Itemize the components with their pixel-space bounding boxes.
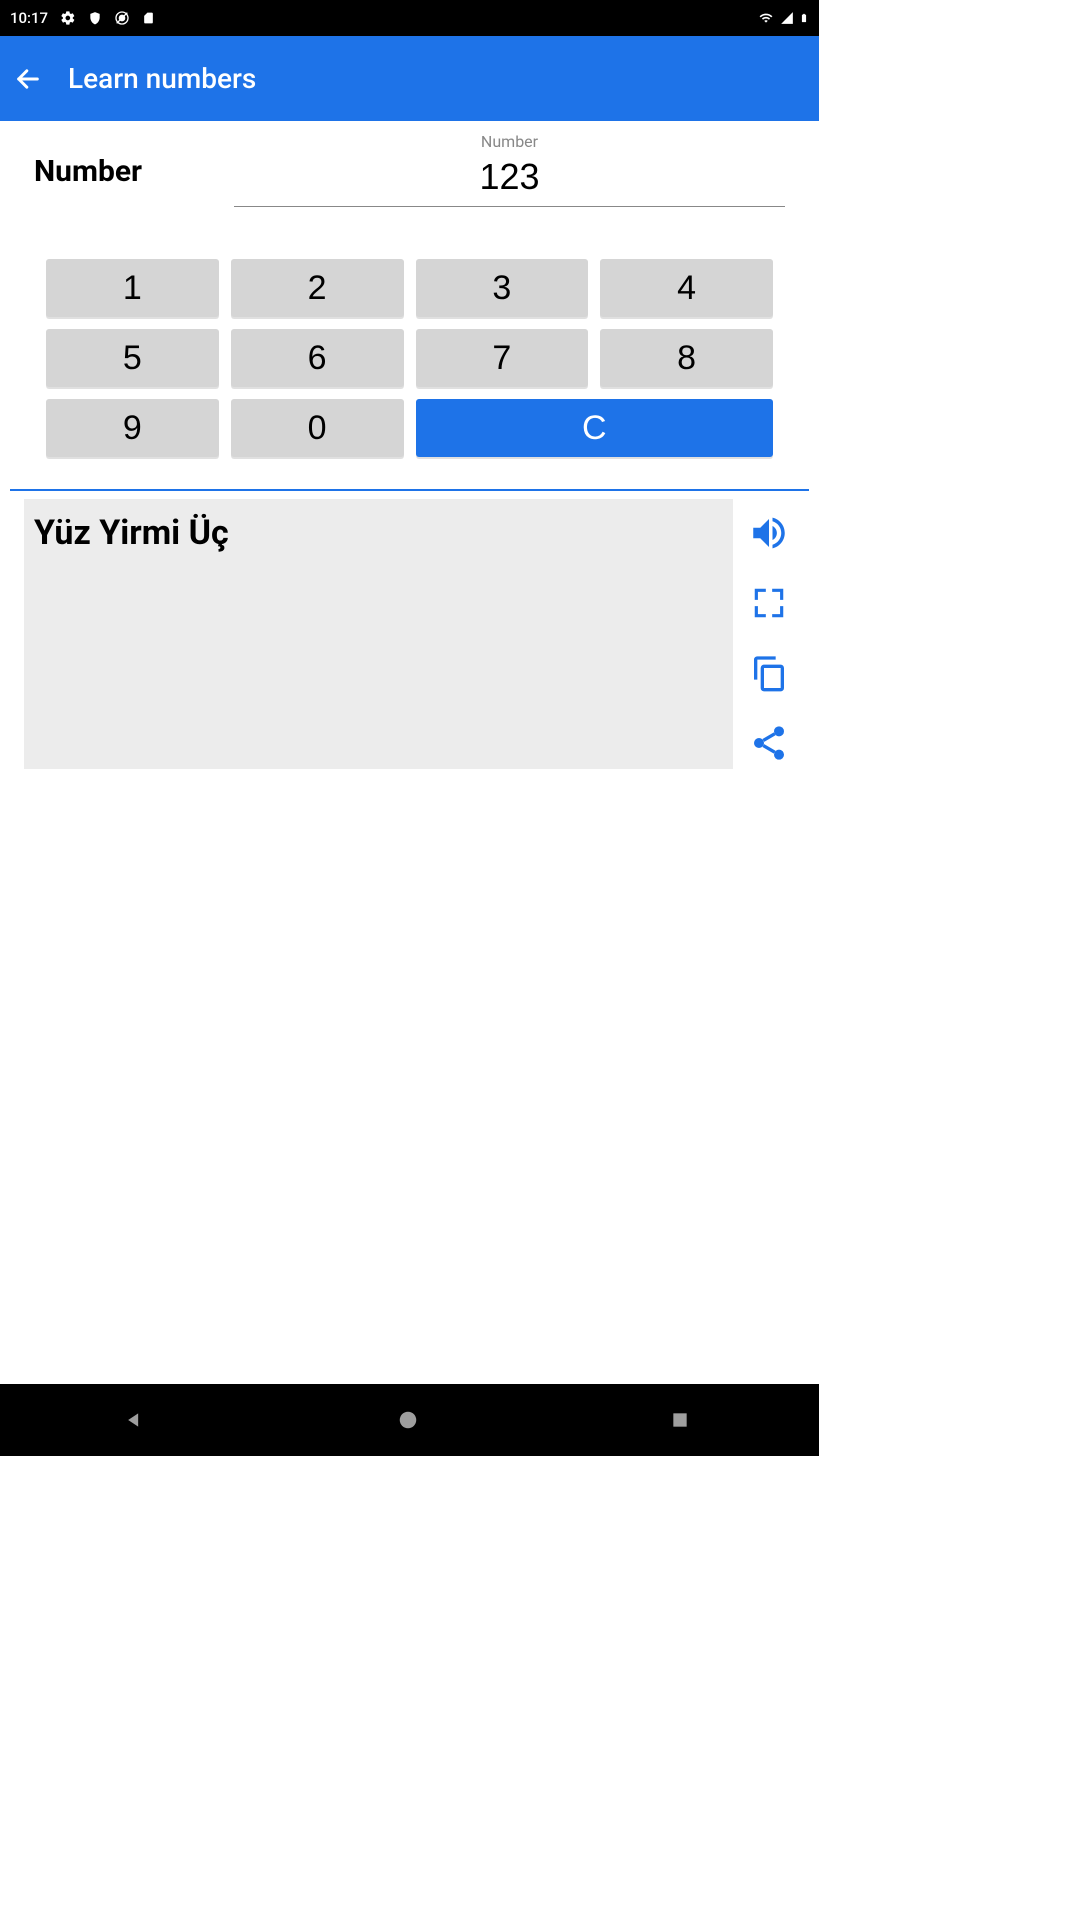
settings-icon — [60, 10, 76, 26]
fullscreen-button[interactable] — [747, 581, 791, 625]
key-1[interactable]: 1 — [46, 259, 219, 317]
wifi-icon — [757, 11, 775, 25]
copy-icon — [749, 653, 789, 693]
fullscreen-icon — [750, 584, 788, 622]
circle-home-icon — [397, 1409, 423, 1431]
status-bar: 10:17 — [0, 0, 819, 36]
status-time: 10:17 — [10, 9, 48, 27]
shield-icon — [88, 10, 102, 26]
nav-home-button[interactable] — [397, 1407, 423, 1433]
number-input[interactable] — [234, 152, 785, 207]
number-field-floating-label: Number — [234, 132, 785, 151]
no-location-icon — [114, 10, 130, 26]
result-text: Yüz Yirmi Üç — [34, 513, 723, 553]
status-left: 10:17 — [10, 9, 155, 27]
key-7[interactable]: 7 — [416, 329, 589, 387]
number-label: Number — [34, 154, 194, 189]
number-field-wrapper: Number — [234, 136, 785, 207]
square-recent-icon — [670, 1410, 696, 1430]
battery-icon — [799, 10, 809, 26]
app-bar: Learn numbers — [0, 36, 819, 121]
key-8[interactable]: 8 — [600, 329, 773, 387]
share-button[interactable] — [747, 721, 791, 765]
key-clear[interactable]: C — [416, 399, 774, 457]
speak-button[interactable] — [747, 511, 791, 555]
signal-icon — [779, 11, 795, 25]
action-column — [741, 499, 797, 769]
nav-recent-button[interactable] — [670, 1407, 696, 1433]
volume-icon — [748, 512, 790, 554]
divider — [10, 489, 809, 491]
key-6[interactable]: 6 — [231, 329, 404, 387]
sd-card-icon — [142, 10, 155, 26]
triangle-back-icon — [124, 1410, 150, 1430]
main-content: Number Number 1 2 3 4 5 6 7 8 9 0 C Yüz … — [0, 121, 819, 769]
key-2[interactable]: 2 — [231, 259, 404, 317]
navigation-bar — [0, 1384, 819, 1456]
back-arrow-icon[interactable] — [14, 65, 42, 93]
page-title: Learn numbers — [68, 62, 256, 95]
number-input-row: Number Number — [10, 121, 809, 213]
key-3[interactable]: 3 — [416, 259, 589, 317]
key-9[interactable]: 9 — [46, 399, 219, 457]
key-4[interactable]: 4 — [600, 259, 773, 317]
key-0[interactable]: 0 — [231, 399, 404, 457]
key-5[interactable]: 5 — [46, 329, 219, 387]
result-box: Yüz Yirmi Üç — [24, 499, 733, 769]
result-area: Yüz Yirmi Üç — [10, 499, 809, 769]
copy-button[interactable] — [747, 651, 791, 695]
status-right — [757, 10, 809, 26]
share-icon — [749, 723, 789, 763]
nav-back-button[interactable] — [124, 1407, 150, 1433]
keypad: 1 2 3 4 5 6 7 8 9 0 C — [10, 213, 809, 485]
